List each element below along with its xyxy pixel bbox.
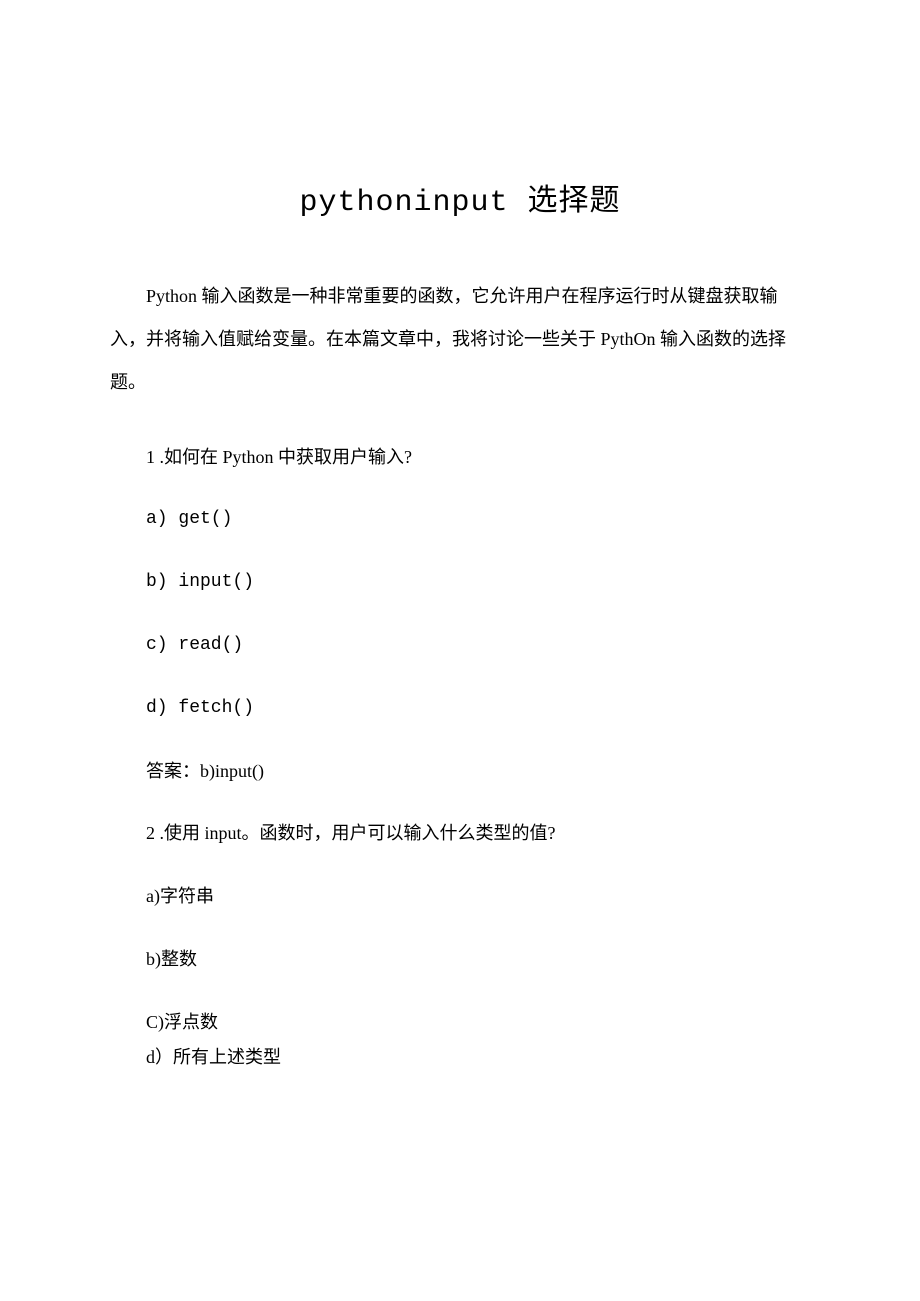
question-1-option-d: d) fetch() [110,694,810,723]
question-1-option-b: b) input() [110,568,810,597]
intro-paragraph: Python 输入函数是一种非常重要的函数，它允许用户在程序运行时从键盘获取输入… [110,275,810,405]
question-1-option-a: a) get() [110,505,810,534]
question-2-option-a: a)字符串 [110,882,810,911]
question-1-prompt: 1 .如何在 Python 中获取用户输入? [110,443,810,472]
question-2-prompt: 2 .使用 input。函数时，用户可以输入什么类型的值? [110,819,810,848]
question-1-option-c: c) read() [110,631,810,660]
page-title: pythoninput 选择题 [110,175,810,220]
question-1-answer: 答案：b)input() [110,757,810,786]
question-2-option-d: d）所有上述类型 [110,1043,810,1072]
question-2-option-b: b)整数 [110,945,810,974]
document-page: pythoninput 选择题 Python 输入函数是一种非常重要的函数，它允… [0,0,920,1131]
question-2-option-c: C)浮点数 [110,1008,810,1037]
